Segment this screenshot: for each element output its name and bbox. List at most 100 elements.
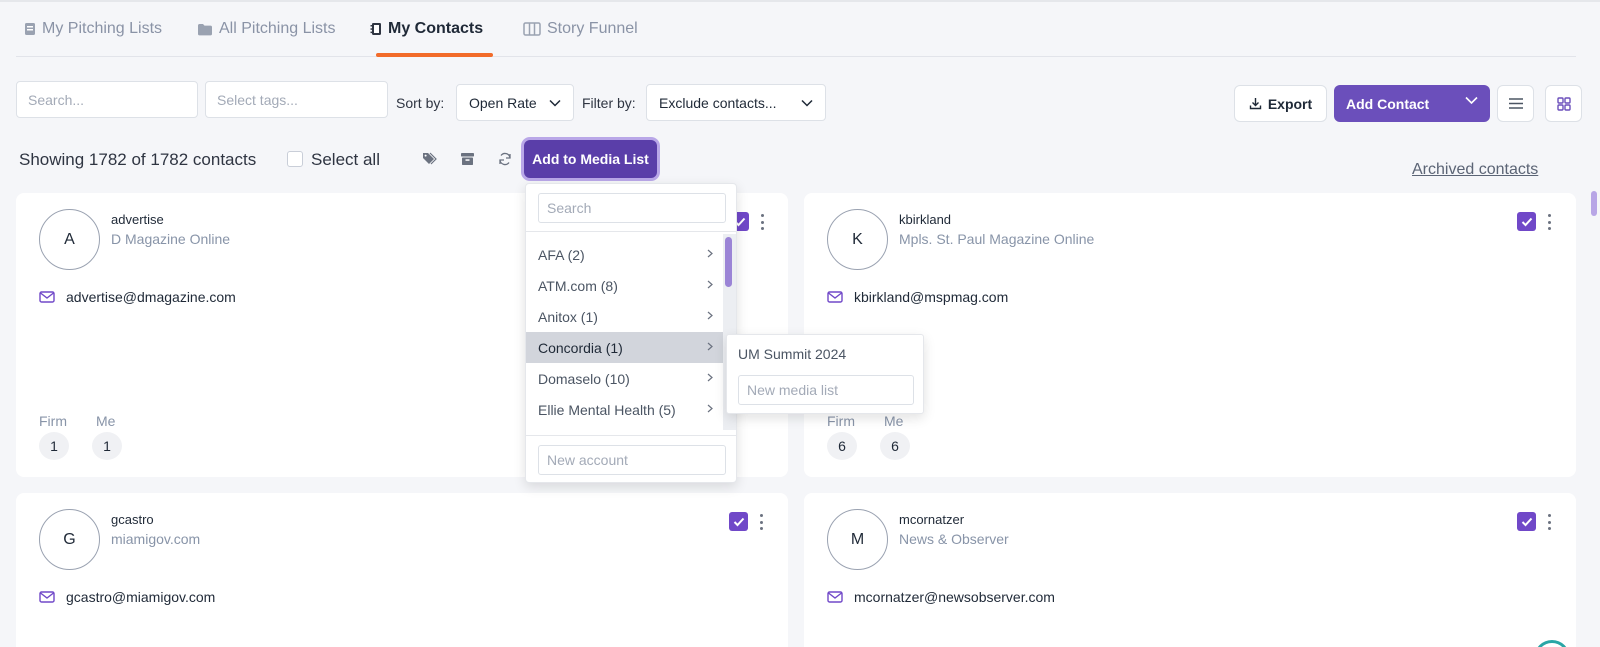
contact-count: Showing 1782 of 1782 contacts <box>19 150 257 169</box>
download-icon <box>1249 97 1262 110</box>
add-to-media-list-button[interactable]: Add to Media List <box>524 140 657 178</box>
account-label: ATM.com (8) <box>538 277 618 294</box>
chevron-right-icon <box>707 404 713 413</box>
account-label: Ellie Mental Health (5) <box>538 401 676 418</box>
tab-my-pitching-lists[interactable]: My Pitching Lists <box>24 18 162 40</box>
account-item-highlighted[interactable]: Concordia (1) <box>526 332 723 363</box>
more-options-icon[interactable] <box>1545 214 1553 230</box>
contact-outlet: Mpls. St. Paul Magazine Online <box>899 231 1095 247</box>
avatar: M <box>827 509 888 570</box>
active-tab-indicator <box>376 53 493 57</box>
select-all-label[interactable]: Select all <box>311 150 380 170</box>
list-view-button[interactable] <box>1497 85 1534 122</box>
list-icon <box>1508 97 1524 110</box>
account-item[interactable]: ATM.com (8) <box>526 270 723 301</box>
tab-bar: My Pitching Lists All Pitching Lists My … <box>16 0 1576 57</box>
mail-icon <box>39 290 55 308</box>
chevron-right-icon <box>707 373 713 382</box>
dropdown-scrollbar-thumb[interactable] <box>725 237 732 287</box>
contact-card[interactable]: M mcornatzer News & Observer mcornatzer@… <box>804 493 1576 647</box>
account-item[interactable]: Ellie Mental Health (5) <box>526 394 723 425</box>
firm-count: 1 <box>39 432 69 460</box>
me-label: Me <box>884 413 904 429</box>
contact-card[interactable]: G gcastro miamigov.com gcastro@miamigov.… <box>16 493 788 647</box>
mail-icon <box>827 590 843 608</box>
contact-checkbox[interactable] <box>1517 512 1536 531</box>
archive-icon[interactable] <box>458 150 476 168</box>
contact-outlet: D Magazine Online <box>111 231 231 247</box>
account-label: Anitox (1) <box>538 308 598 325</box>
tab-my-contacts[interactable]: My Contacts <box>370 18 483 40</box>
contact-outlet: miamigov.com <box>111 531 201 547</box>
sort-value: Open Rate <box>469 94 537 111</box>
grid-view-button[interactable] <box>1545 85 1582 122</box>
account-item[interactable]: Anitox (1) <box>526 301 723 332</box>
avatar: A <box>39 209 100 270</box>
contact-name: mcornatzer <box>899 512 965 527</box>
account-item[interactable]: AFA (2) <box>526 239 723 270</box>
tag-icon[interactable] <box>421 150 439 168</box>
tab-label: My Pitching Lists <box>42 20 163 37</box>
export-label: Export <box>1267 95 1313 112</box>
contact-email[interactable]: kbirkland@mspmag.com <box>854 289 1008 305</box>
add-contact-button[interactable]: Add Contact <box>1334 85 1490 122</box>
add-contact-label: Add Contact <box>1346 95 1430 112</box>
refresh-icon[interactable] <box>496 150 514 168</box>
contact-name: kbirkland <box>899 212 952 227</box>
new-account-input[interactable] <box>538 445 726 475</box>
sort-label: Sort by: <box>396 95 445 111</box>
chevron-right-icon <box>707 280 713 289</box>
tab-story-funnel[interactable]: Story Funnel <box>523 18 638 40</box>
contact-email[interactable]: advertise@dmagazine.com <box>66 289 236 305</box>
divider <box>526 435 736 436</box>
media-list-item[interactable]: UM Summit 2024 <box>738 346 846 362</box>
archived-contacts-link[interactable]: Archived contacts <box>1412 161 1538 179</box>
mail-icon <box>39 590 55 608</box>
filter-label: Filter by: <box>582 95 636 111</box>
contact-checkbox[interactable] <box>729 512 748 531</box>
tab-label: All Pitching Lists <box>219 20 336 37</box>
chevron-down-icon <box>549 99 561 107</box>
me-count: 6 <box>880 432 910 460</box>
add-to-media-list-label: Add to Media List <box>532 151 649 167</box>
me-label: Me <box>96 413 116 429</box>
tab-all-pitching-lists[interactable]: All Pitching Lists <box>197 18 336 40</box>
columns-icon <box>523 22 541 36</box>
filter-value: Exclude contacts... <box>659 94 777 111</box>
account-label: Concordia (1) <box>538 339 623 356</box>
contact-name: advertise <box>111 212 164 227</box>
contact-email[interactable]: mcornatzer@newsobserver.com <box>854 589 1055 605</box>
folder-icon <box>197 23 213 36</box>
account-item[interactable]: Domaselo (10) <box>526 363 723 394</box>
divider <box>526 231 736 232</box>
chevron-right-icon <box>707 311 713 320</box>
firm-label: Firm <box>39 413 67 429</box>
me-count: 1 <box>92 432 122 460</box>
sort-select[interactable]: Open Rate <box>456 84 574 121</box>
firm-label: Firm <box>827 413 855 429</box>
search-input[interactable] <box>16 81 198 118</box>
select-all-checkbox[interactable] <box>287 151 303 167</box>
tags-input[interactable] <box>205 81 388 118</box>
chevron-down-icon[interactable] <box>1465 96 1478 105</box>
new-media-list-input[interactable] <box>738 375 914 405</box>
account-search-input[interactable] <box>538 193 726 223</box>
account-label: Domaselo (10) <box>538 370 630 387</box>
more-options-icon[interactable] <box>757 514 765 530</box>
page-scrollbar-thumb[interactable] <box>1591 191 1597 216</box>
chevron-right-icon <box>707 342 713 351</box>
more-options-icon[interactable] <box>758 214 766 230</box>
firm-count: 6 <box>827 432 857 460</box>
account-label: AFA (2) <box>538 246 585 263</box>
more-options-icon[interactable] <box>1545 514 1553 530</box>
contact-email[interactable]: gcastro@miamigov.com <box>66 589 215 605</box>
contact-outlet: News & Observer <box>899 531 1009 547</box>
contact-name: gcastro <box>111 512 154 527</box>
contact-checkbox[interactable] <box>1517 212 1536 231</box>
mail-icon <box>827 290 843 308</box>
avatar: K <box>827 209 888 270</box>
grid-icon <box>1556 96 1571 111</box>
tab-label: My Contacts <box>388 20 484 37</box>
export-button[interactable]: Export <box>1234 85 1327 122</box>
filter-select[interactable]: Exclude contacts... <box>646 84 826 121</box>
